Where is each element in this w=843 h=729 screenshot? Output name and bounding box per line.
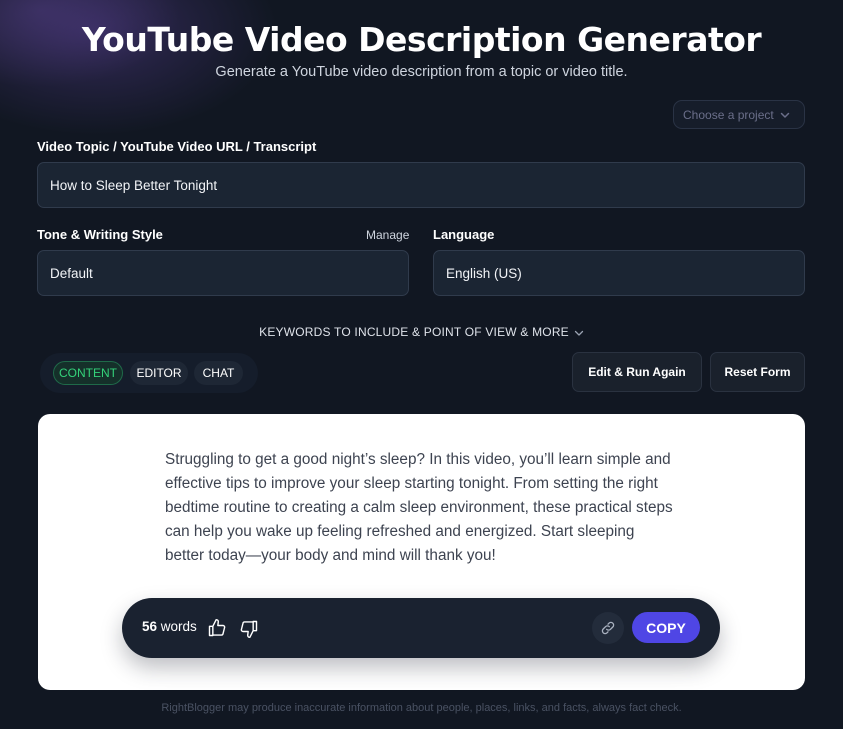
copy-button[interactable]: COPY [632, 612, 700, 643]
language-select[interactable]: English (US) [433, 250, 805, 296]
thumbs-up-button[interactable] [206, 617, 228, 639]
topic-input-value: How to Sleep Better Tonight [50, 177, 218, 193]
generated-description: Struggling to get a good night’s sleep? … [165, 451, 673, 564]
disclaimer-text: RightBlogger may produce inaccurate info… [161, 702, 682, 714]
project-select-value: Choose a project [683, 107, 774, 122]
thumbs-up-icon [208, 618, 226, 637]
link-icon [601, 621, 615, 635]
chevron-down-icon [574, 330, 584, 336]
word-count-unit: words [160, 619, 197, 634]
output-panel: Struggling to get a good night’s sleep? … [38, 414, 805, 690]
language-label: Language [433, 227, 495, 242]
thumbs-down-icon [240, 620, 258, 639]
chevron-down-icon [780, 112, 789, 118]
reset-form-button[interactable]: Reset Form [710, 352, 805, 392]
edit-run-again-button[interactable]: Edit & Run Again [572, 352, 702, 392]
tone-select-value: Default [50, 265, 93, 281]
tone-select[interactable]: Default [37, 250, 409, 296]
tab-chat[interactable]: CHAT [194, 361, 243, 385]
view-tabs: CONTENT EDITOR CHAT [40, 353, 258, 393]
thumbs-down-button[interactable] [238, 618, 260, 640]
page-subtitle: Generate a YouTube video description fro… [215, 64, 628, 80]
tone-label: Tone & Writing Style [37, 227, 163, 242]
language-select-value: English (US) [446, 265, 522, 281]
output-toolbar: 56 words COPY [122, 598, 720, 658]
topic-input[interactable]: How to Sleep Better Tonight [37, 162, 805, 208]
page-title: YouTube Video Description Generator [81, 20, 762, 59]
word-count: 56 words [142, 619, 197, 634]
manage-tones-link[interactable]: Manage [366, 228, 409, 242]
topic-label: Video Topic / YouTube Video URL / Transc… [37, 139, 317, 154]
tab-editor[interactable]: EDITOR [130, 361, 188, 385]
more-options-toggle[interactable]: KEYWORDS TO INCLUDE & POINT OF VIEW & MO… [0, 325, 843, 339]
more-options-label: KEYWORDS TO INCLUDE & POINT OF VIEW & MO… [259, 325, 569, 339]
project-select[interactable]: Choose a project [673, 100, 805, 129]
tab-content[interactable]: CONTENT [53, 361, 123, 385]
word-count-number: 56 [142, 619, 158, 634]
copy-link-button[interactable] [592, 612, 624, 644]
